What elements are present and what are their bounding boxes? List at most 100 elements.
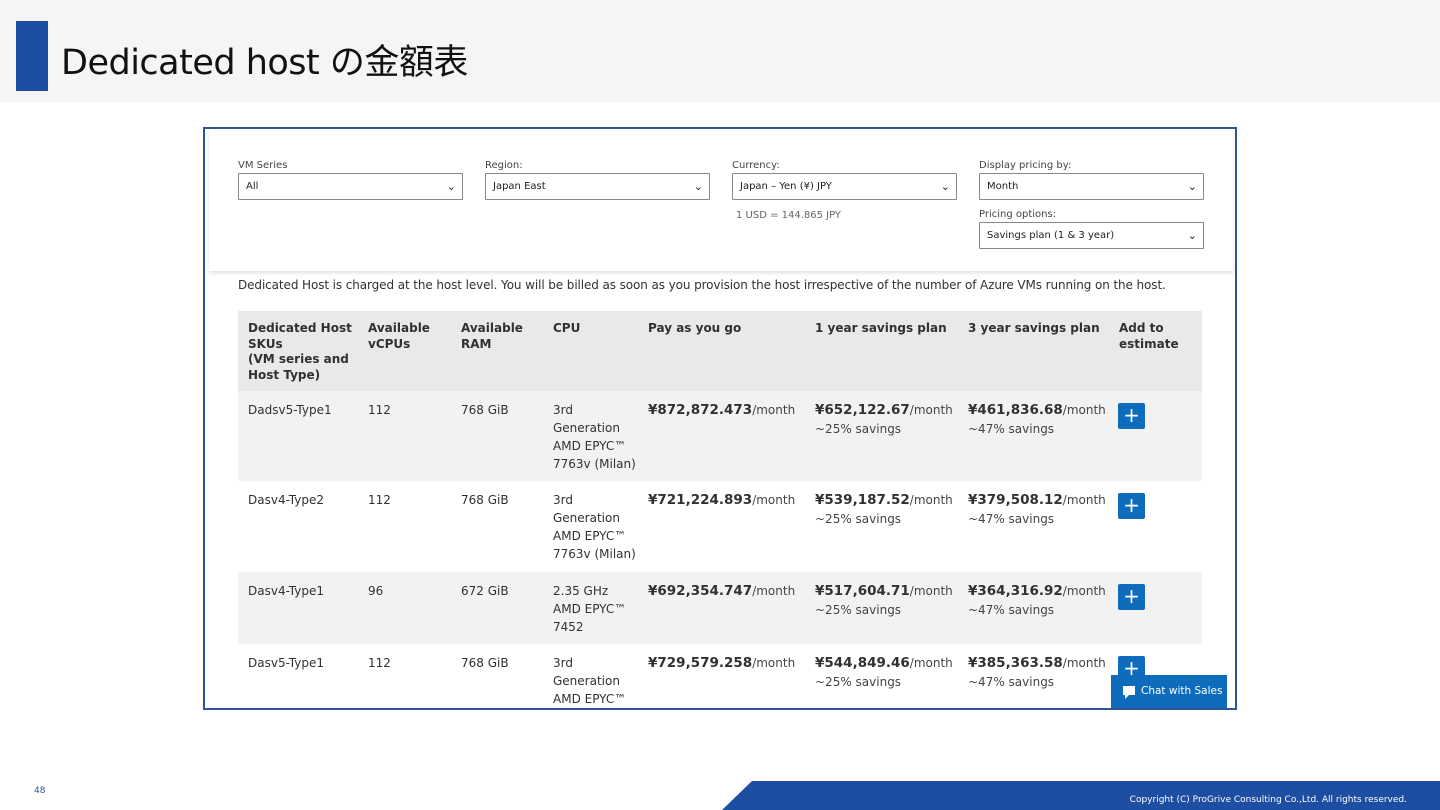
one-year-price: ¥539,187.52/month xyxy=(815,492,953,508)
display-pricing-label: Display pricing by: xyxy=(979,160,1072,171)
one-year-saving: ~25% savings xyxy=(815,422,902,436)
table-row: Dadsv5-Type1 112 768 GiB 3rd Generation … xyxy=(238,391,1202,481)
price-unit: /month xyxy=(752,656,796,670)
pricing-options-value: Savings plan (1 & 3 year) xyxy=(987,230,1115,241)
vm-series-filter: VM Series All ⌄ xyxy=(238,159,463,200)
vm-series-label: VM Series xyxy=(238,160,288,171)
chevron-down-icon: ⌄ xyxy=(446,180,456,193)
payg-price: ¥692,354.747/month xyxy=(648,583,795,599)
cpu-cell: 2.35 GHz AMD EPYC™ 7452 xyxy=(553,584,627,634)
copyright: Copyright (C) ProGrive Consulting Co.,Lt… xyxy=(1129,795,1407,805)
three-year-price: ¥379,508.12/month xyxy=(968,492,1106,508)
price-unit: /month xyxy=(1062,584,1106,598)
three-year-price: ¥385,363.58/month xyxy=(968,655,1106,671)
sku-cell: Dasv4-Type2 xyxy=(248,493,325,507)
table-row: Dasv4-Type2 112 768 GiB 3rd Generation A… xyxy=(238,481,1202,572)
chat-label: Chat with Sales xyxy=(1141,685,1223,697)
payg-value: ¥729,579.258 xyxy=(648,655,753,671)
chat-bubble-icon xyxy=(1123,686,1135,699)
price-unit: /month xyxy=(752,493,796,507)
payg-price: ¥721,224.893/month xyxy=(648,492,795,508)
price-unit: /month xyxy=(1062,403,1106,417)
accent-bar xyxy=(16,21,48,91)
price-unit: /month xyxy=(752,403,796,417)
currency-value: Japan – Yen (¥) JPY xyxy=(740,181,832,192)
table-row: Dasv5-Type1 112 768 GiB 3rd Generation A… xyxy=(238,644,1202,708)
table-header: Dedicated Host SKUs (VM series and Host … xyxy=(238,311,1202,391)
three-year-saving: ~47% savings xyxy=(968,422,1055,436)
header-add: Add to estimate xyxy=(1119,321,1179,351)
chevron-down-icon: ⌄ xyxy=(1187,229,1197,242)
header-cpu: CPU xyxy=(553,321,581,335)
sku-cell: Dadsv5-Type1 xyxy=(248,403,332,417)
three-year-saving: ~47% savings xyxy=(968,675,1055,689)
pricing-options-label: Pricing options: xyxy=(979,209,1057,220)
page-number: 48 xyxy=(34,786,46,796)
slide-header: Dedicated host の金額表 xyxy=(0,0,1440,102)
table-row: Dasv4-Type1 96 672 GiB 2.35 GHz AMD EPYC… xyxy=(238,572,1202,644)
add-to-estimate-button[interactable]: + xyxy=(1118,493,1145,519)
vcpus-cell: 112 xyxy=(368,403,391,417)
add-to-estimate-button[interactable]: + xyxy=(1118,403,1145,429)
exchange-rate-note: 1 USD = 144.865 JPY xyxy=(736,210,842,221)
one-year-value: ¥544,849.46 xyxy=(815,655,910,671)
chat-with-sales-button[interactable]: Chat with Sales xyxy=(1111,675,1227,708)
chevron-down-icon: ⌄ xyxy=(940,180,950,193)
pricing-table: Dedicated Host SKUs (VM series and Host … xyxy=(238,311,1202,708)
three-year-value: ¥385,363.58 xyxy=(968,655,1063,671)
price-unit: /month xyxy=(752,584,796,598)
display-pricing-value: Month xyxy=(987,181,1019,192)
payg-price: ¥872,872.473/month xyxy=(648,402,795,418)
one-year-value: ¥517,604.71 xyxy=(815,583,910,599)
region-value: Japan East xyxy=(493,181,546,192)
cpu-cell: 3rd Generation AMD EPYC™ xyxy=(553,656,627,706)
cpu-cell: 3rd Generation AMD EPYC™ 7763v (Milan) xyxy=(553,493,636,561)
display-pricing-filter: Display pricing by: Month ⌄ xyxy=(979,159,1204,200)
three-year-saving: ~47% savings xyxy=(968,512,1055,526)
header-payg: Pay as you go xyxy=(648,321,742,335)
price-unit: /month xyxy=(1062,656,1106,670)
display-pricing-select[interactable]: Month ⌄ xyxy=(979,173,1204,200)
payg-value: ¥872,872.473 xyxy=(648,402,753,418)
filter-panel: VM Series All ⌄ Region: Japan East ⌄ Cur… xyxy=(209,131,1233,271)
price-unit: /month xyxy=(909,656,953,670)
one-year-price: ¥652,122.67/month xyxy=(815,402,953,418)
slide-title: Dedicated host の金額表 xyxy=(61,43,468,83)
price-unit: /month xyxy=(1062,493,1106,507)
pricing-screenshot: VM Series All ⌄ Region: Japan East ⌄ Cur… xyxy=(203,127,1237,710)
price-unit: /month xyxy=(909,493,953,507)
one-year-value: ¥539,187.52 xyxy=(815,492,910,508)
cpu-cell: 3rd Generation AMD EPYC™ 7763v (Milan) xyxy=(553,403,636,471)
one-year-saving: ~25% savings xyxy=(815,675,902,689)
ram-cell: 768 GiB xyxy=(461,403,509,417)
payg-value: ¥721,224.893 xyxy=(648,492,753,508)
three-year-value: ¥379,508.12 xyxy=(968,492,1063,508)
add-to-estimate-button[interactable]: + xyxy=(1118,584,1145,610)
three-year-price: ¥364,316.92/month xyxy=(968,583,1106,599)
one-year-saving: ~25% savings xyxy=(815,512,902,526)
vm-series-select[interactable]: All ⌄ xyxy=(238,173,463,200)
currency-filter: Currency: Japan – Yen (¥) JPY ⌄ xyxy=(732,159,957,200)
vm-series-value: All xyxy=(246,181,259,192)
vcpus-cell: 96 xyxy=(368,584,384,598)
payg-value: ¥692,354.747 xyxy=(648,583,753,599)
chevron-down-icon: ⌄ xyxy=(1187,180,1197,193)
pricing-options-filter: Pricing options: Savings plan (1 & 3 yea… xyxy=(979,208,1204,249)
three-year-value: ¥364,316.92 xyxy=(968,583,1063,599)
header-one-year: 1 year savings plan xyxy=(815,321,947,335)
one-year-saving: ~25% savings xyxy=(815,603,902,617)
vcpus-cell: 112 xyxy=(368,656,391,670)
three-year-saving: ~47% savings xyxy=(968,603,1055,617)
region-filter: Region: Japan East ⌄ xyxy=(485,159,710,200)
currency-select[interactable]: Japan – Yen (¥) JPY ⌄ xyxy=(732,173,957,200)
vcpus-cell: 112 xyxy=(368,493,391,507)
header-ram: Available RAM xyxy=(461,321,523,351)
one-year-value: ¥652,122.67 xyxy=(815,402,910,418)
chevron-down-icon: ⌄ xyxy=(693,180,703,193)
region-select[interactable]: Japan East ⌄ xyxy=(485,173,710,200)
intro-text: Dedicated Host is charged at the host le… xyxy=(238,278,1166,292)
header-vcpus: Available vCPUs xyxy=(368,321,430,351)
region-label: Region: xyxy=(485,160,523,171)
header-three-year: 3 year savings plan xyxy=(968,321,1100,335)
pricing-options-select[interactable]: Savings plan (1 & 3 year) ⌄ xyxy=(979,222,1204,249)
